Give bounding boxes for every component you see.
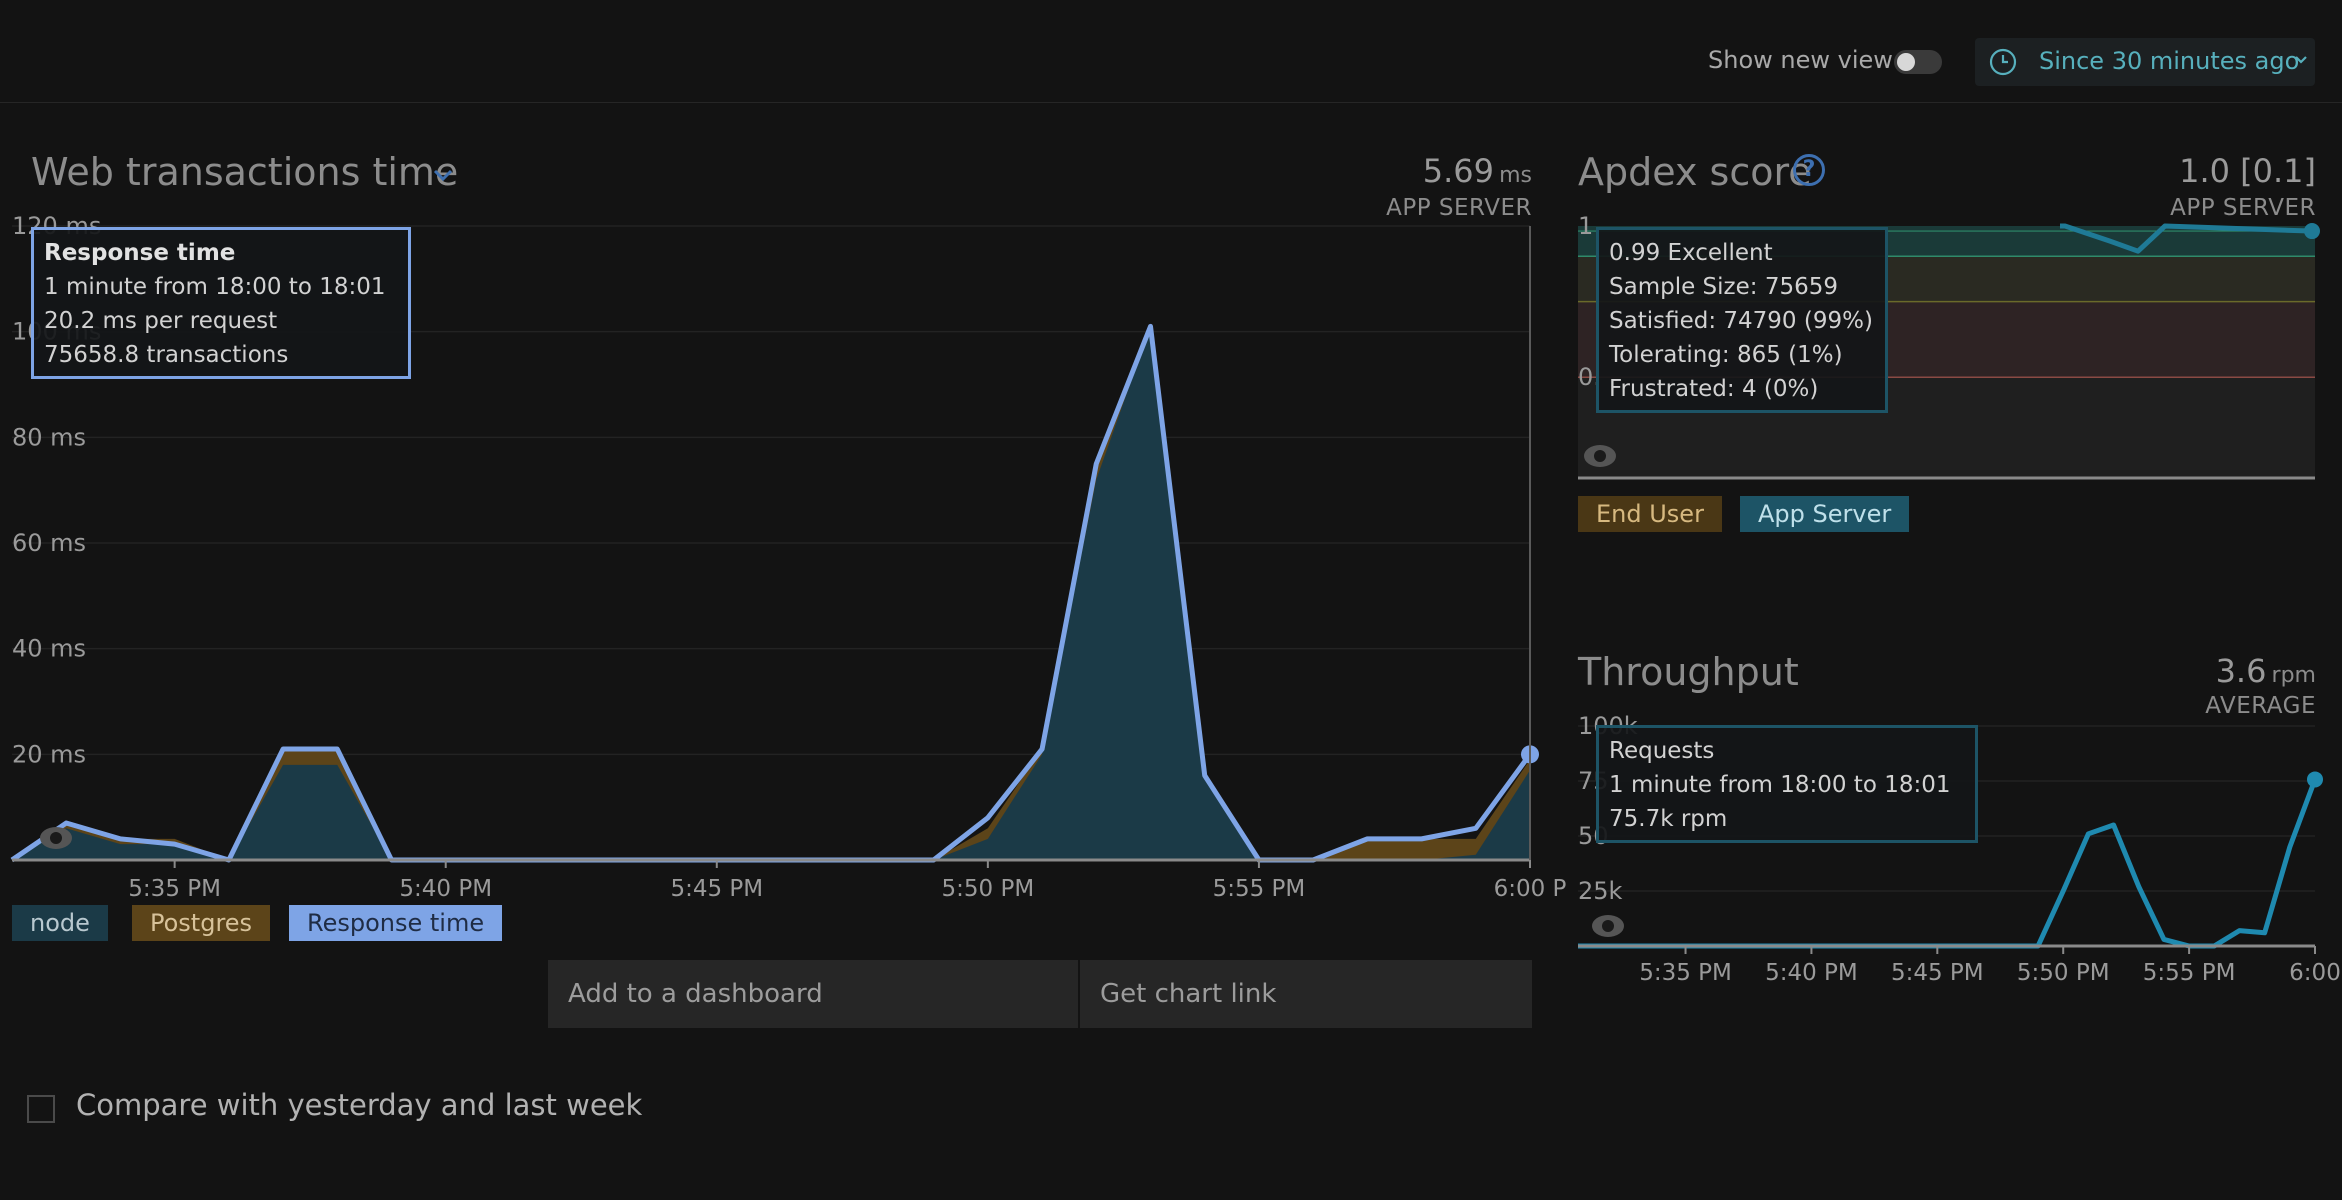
- web-transactions-title: Web transactions time: [31, 150, 459, 194]
- value-unit: rpm: [2271, 663, 2316, 688]
- tooltip-line: 20.2 ms per request: [44, 308, 278, 334]
- eye-pupil: [1602, 920, 1614, 932]
- y-tick-label: 25k: [1578, 877, 1623, 905]
- y-tick-label: 80 ms: [12, 423, 86, 451]
- x-tick-label: 5:40 PM: [1765, 960, 1858, 986]
- web-transactions-value: 5.69 ms: [1300, 152, 1532, 190]
- tooltip-line: Frustrated: 4 (0%): [1609, 376, 1819, 402]
- tooltip-line: 75658.8 transactions: [44, 342, 289, 368]
- show-new-view-toggle[interactable]: [1894, 50, 1942, 74]
- hover-point: [2304, 223, 2320, 240]
- value-unit: ms: [1499, 163, 1532, 188]
- eye-icon: [1592, 915, 1624, 937]
- chevron-down-icon: [2295, 56, 2307, 64]
- y-tick-label: 60 ms: [12, 529, 86, 557]
- tooltip-line: 75.7k rpm: [1609, 806, 1728, 832]
- eye-icon: [1584, 445, 1616, 467]
- tooltip-line: 1 minute from 18:00 to 18:01: [44, 274, 386, 300]
- x-tick-label: 5:50 PM: [942, 876, 1035, 902]
- x-tick-label: 5:55 PM: [1213, 876, 1306, 902]
- response-time-line: [10, 323, 1533, 863]
- throughput-title: Throughput: [1578, 650, 1799, 694]
- get-chart-link-button[interactable]: Get chart link: [1080, 960, 1532, 1028]
- throughput-tooltip: Requests 1 minute from 18:00 to 18:01 75…: [1596, 725, 1978, 843]
- header-divider: [0, 102, 2342, 103]
- x-tick-label: 6:00: [2289, 960, 2341, 986]
- postgres-area: [12, 326, 1530, 861]
- tooltip-line: 0.99 Excellent: [1609, 240, 1773, 266]
- apdex-title: Apdex score: [1578, 150, 1812, 194]
- tooltip-title: Response time: [44, 240, 236, 266]
- response-time-tooltip: Response time 1 minute from 18:00 to 18:…: [31, 227, 411, 379]
- compare-label: Compare with yesterday and last week: [76, 1088, 643, 1122]
- add-to-dashboard-button[interactable]: Add to a dashboard: [548, 960, 1078, 1028]
- legend-response-time[interactable]: Response time: [289, 905, 503, 941]
- eye-pupil: [1594, 450, 1606, 462]
- x-tick-label: 5:35 PM: [1639, 960, 1732, 986]
- x-tick-label: 5:55 PM: [2143, 960, 2236, 986]
- x-tick-label: 5:35 PM: [128, 876, 221, 902]
- eye-pupil: [50, 832, 62, 844]
- help-icon[interactable]: ?: [1793, 154, 1825, 186]
- clock-icon: [1989, 48, 2017, 76]
- apdex-tooltip: 0.99 Excellent Sample Size: 75659 Satisf…: [1596, 227, 1888, 413]
- x-tick-label: 5:45 PM: [670, 876, 763, 902]
- compare-checkbox[interactable]: [27, 1095, 55, 1123]
- legend-app-server[interactable]: App Server: [1740, 496, 1910, 532]
- hover-point: [2307, 771, 2323, 788]
- y-tick-label: 1: [1578, 212, 1593, 240]
- legend-postgres[interactable]: Postgres: [132, 905, 271, 941]
- x-tick-label: 5:50 PM: [2017, 960, 2110, 986]
- value-number: 5.69: [1422, 152, 1494, 190]
- tooltip-line: Requests: [1609, 738, 1715, 764]
- tooltip-line: Sample Size: 75659: [1609, 274, 1838, 300]
- node-area: [12, 326, 1530, 861]
- throughput-value: 3.6 rpm: [2080, 652, 2316, 690]
- value-number: 3.6: [2215, 652, 2267, 690]
- apdex-value: 1.0 [0.1]: [2179, 152, 2316, 190]
- show-new-view-label: Show new view: [1708, 46, 1893, 74]
- toggle-knob: [1897, 53, 1915, 71]
- y-tick-label: 20 ms: [12, 740, 86, 768]
- tooltip-line: Satisfied: 74790 (99%): [1609, 308, 1873, 334]
- eye-icon: [40, 827, 72, 849]
- x-tick-label: 5:40 PM: [399, 876, 492, 902]
- tooltip-line: 1 minute from 18:00 to 18:01: [1609, 772, 1951, 798]
- tooltip-line: Tolerating: 865 (1%): [1609, 342, 1843, 368]
- time-range-picker[interactable]: Since 30 minutes ago: [1975, 38, 2315, 86]
- legend-end-user[interactable]: End User: [1578, 496, 1722, 532]
- legend-node[interactable]: node: [12, 905, 108, 941]
- y-tick-label: 40 ms: [12, 635, 86, 663]
- x-tick-label: 6:00 P: [1494, 876, 1567, 902]
- x-tick-label: 5:45 PM: [1891, 960, 1984, 986]
- time-range-label: Since 30 minutes ago: [2039, 47, 2300, 75]
- chevron-down-icon[interactable]: [432, 166, 454, 186]
